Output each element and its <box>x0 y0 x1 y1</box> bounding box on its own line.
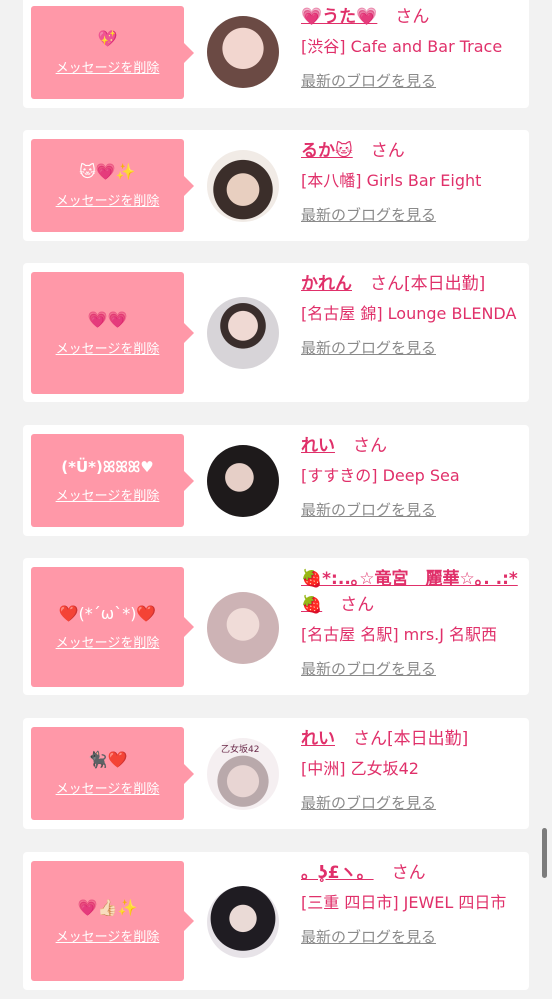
latest-blog-link[interactable]: 最新のブログを見る <box>301 337 523 359</box>
shop-name: [渋谷] Cafe and Bar Trace <box>301 37 503 56</box>
message-text: 💖 <box>97 29 118 48</box>
honorific: さん <box>395 7 430 27</box>
status-badge: [本日出勤] <box>387 729 469 749</box>
message-bubble: 🐱💗✨ メッセージを削除 <box>31 139 194 232</box>
cast-name-link[interactable]: れい <box>301 436 335 456</box>
honorific: さん <box>353 436 387 456</box>
honorific: さん <box>391 863 426 883</box>
cast-name-link[interactable]: るか🐱 <box>301 141 353 161</box>
delete-message-link[interactable]: メッセージを削除 <box>56 190 160 209</box>
avatar-shop-logo: 乙女坂42 <box>221 745 260 755</box>
delete-message-link[interactable]: メッセージを削除 <box>56 338 160 357</box>
honorific: さん <box>370 141 405 161</box>
latest-blog-link[interactable]: 最新のブログを見る <box>301 792 523 814</box>
cast-name-link[interactable]: 。ʖ̥£ヽ。 <box>301 863 374 883</box>
message-bubble: 💗👍🏻✨ メッセージを削除 <box>31 861 194 981</box>
shop-name: [すすきの] Deep Sea <box>301 466 460 485</box>
honorific: さん <box>340 595 375 615</box>
delete-message-link[interactable]: メッセージを削除 <box>56 57 160 76</box>
message-list: 💖 メッセージを削除 💗うた💗 さん [渋谷] Cafe and Bar Trac… <box>0 0 552 999</box>
message-text: 💗👍🏻✨ <box>77 897 138 917</box>
list-item: ❤️(*´ω`*)❤️ メッセージを削除 🍓*:..｡☆竜宮 麗華☆｡. .:*… <box>23 558 529 695</box>
avatar[interactable] <box>207 297 279 369</box>
message-bubble: ❤️(*´ω`*)❤️ メッセージを削除 <box>31 567 194 687</box>
message-bubble: 💖 メッセージを削除 <box>31 6 194 99</box>
shop-name: [三重 四日市] JEWEL 四日市 <box>301 893 507 912</box>
avatar[interactable] <box>207 445 279 517</box>
shop-name: [名古屋 錦] Lounge BLENDA <box>301 304 517 323</box>
cast-name-link[interactable]: かれん <box>301 274 352 294</box>
status-badge: [本日出勤] <box>404 274 486 294</box>
delete-message-link[interactable]: メッセージを削除 <box>56 632 160 651</box>
latest-blog-link[interactable]: 最新のブログを見る <box>301 204 523 226</box>
avatar[interactable]: 乙女坂42 <box>207 738 279 810</box>
shop-name: [本八幡] Girls Bar Eight <box>301 171 482 190</box>
message-bubble: 🐈‍⬛❤️ メッセージを削除 <box>31 727 194 820</box>
honorific: さん <box>370 274 404 294</box>
message-bubble: 💗💗 メッセージを削除 <box>31 272 194 394</box>
message-text: (*Ü*)ꕤꕤꕤ♥ <box>61 458 154 476</box>
delete-message-link[interactable]: メッセージを削除 <box>56 926 160 945</box>
message-text: 💗💗 <box>87 309 128 329</box>
list-item: 💖 メッセージを削除 💗うた💗 さん [渋谷] Cafe and Bar Trac… <box>23 0 529 108</box>
avatar[interactable] <box>207 592 279 664</box>
cast-name-link[interactable]: 🍓*:..｡☆竜宮 麗華☆｡. .:*🍓 <box>301 569 518 615</box>
delete-message-link[interactable]: メッセージを削除 <box>56 778 160 797</box>
avatar[interactable] <box>207 150 279 222</box>
list-item: 🐱💗✨ メッセージを削除 るか🐱 さん [本八幡] Girls Bar Eight… <box>23 130 529 241</box>
latest-blog-link[interactable]: 最新のブログを見る <box>301 499 523 521</box>
message-text: 🐱💗✨ <box>79 162 136 181</box>
message-bubble: (*Ü*)ꕤꕤꕤ♥ メッセージを削除 <box>31 434 194 527</box>
avatar[interactable] <box>207 886 279 958</box>
latest-blog-link[interactable]: 最新のブログを見る <box>301 658 523 680</box>
scrollbar[interactable] <box>542 828 547 878</box>
list-item: 🐈‍⬛❤️ メッセージを削除 乙女坂42 れい さん[本日出勤] [中洲] 乙女坂… <box>23 718 529 829</box>
latest-blog-link[interactable]: 最新のブログを見る <box>301 926 523 948</box>
shop-name: [中洲] 乙女坂42 <box>301 759 419 778</box>
list-item: 💗👍🏻✨ メッセージを削除 。ʖ̥£ヽ。 さん [三重 四日市] JEWEL 四日… <box>23 852 529 990</box>
cast-name-link[interactable]: れい <box>301 729 335 749</box>
honorific: さん <box>353 729 387 749</box>
avatar[interactable] <box>207 16 279 88</box>
list-item: 💗💗 メッセージを削除 かれん さん[本日出勤] [名古屋 錦] Lounge B… <box>23 263 529 402</box>
latest-blog-link[interactable]: 最新のブログを見る <box>301 70 523 92</box>
list-item: (*Ü*)ꕤꕤꕤ♥ メッセージを削除 れい さん [すすきの] Deep Sea … <box>23 425 529 536</box>
cast-name-link[interactable]: 💗うた💗 <box>301 7 377 27</box>
shop-name: [名古屋 名駅] mrs.J 名駅西 <box>301 625 498 644</box>
delete-message-link[interactable]: メッセージを削除 <box>56 485 160 504</box>
message-text: ❤️(*´ω`*)❤️ <box>58 603 157 623</box>
message-text: 🐈‍⬛❤️ <box>87 750 128 769</box>
